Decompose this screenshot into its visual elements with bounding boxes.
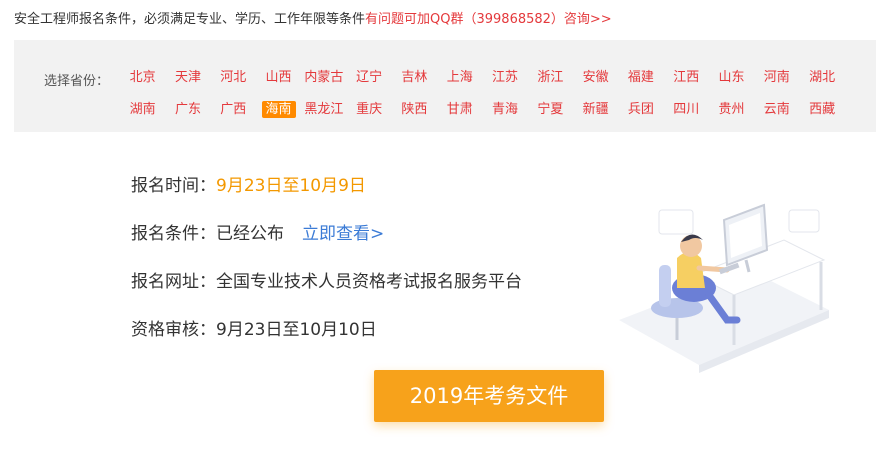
province-item[interactable]: 山西 (256, 68, 301, 88)
registration-time: 报名时间：9月23日至10月9日 (131, 171, 366, 196)
registration-conditions: 报名条件：已经公布 立即查看> (131, 219, 384, 244)
province-label-text: 江苏 (492, 70, 519, 85)
province-item[interactable]: 陕西 (392, 100, 437, 120)
province-label-text: 湖南 (129, 102, 156, 117)
province-item[interactable]: 山东 (709, 68, 754, 88)
province-item[interactable]: 广东 (165, 100, 210, 120)
view-now-link[interactable]: 立即查看> (302, 224, 384, 244)
province-label-text: 河南 (763, 70, 790, 85)
province-item[interactable]: 湖南 (120, 100, 165, 120)
qq-group-link[interactable]: 有问题可加QQ群（399868582）咨询>> (365, 12, 612, 27)
province-item[interactable]: 四川 (664, 100, 709, 120)
province-item[interactable]: 北京 (120, 68, 165, 88)
province-label-text: 上海 (446, 70, 473, 85)
province-item[interactable]: 河南 (754, 68, 799, 88)
province-label-text: 宁夏 (537, 102, 564, 117)
province-label-text: 甘肃 (446, 102, 473, 117)
province-item[interactable]: 兵团 (618, 100, 663, 120)
province-item[interactable]: 辽宁 (346, 68, 391, 88)
province-label-text: 天津 (174, 70, 201, 85)
cond-label: 报名条件： (131, 224, 216, 244)
province-label-text: 海南 (261, 101, 296, 118)
province-label-text: 广西 (220, 102, 247, 117)
time-label: 报名时间： (131, 176, 216, 196)
province-item[interactable]: 湖北 (799, 68, 844, 88)
province-label-text: 云南 (763, 102, 790, 117)
province-label-text: 河北 (220, 70, 247, 85)
review-label: 资格审核： (131, 320, 216, 340)
province-item[interactable]: 新疆 (573, 100, 618, 120)
time-value: 9月23日至10月9日 (216, 176, 366, 196)
province-label-text: 兵团 (627, 102, 654, 117)
province-row-2: 湖南 广东 广西 海南 黑龙江 重庆 陕西 甘肃 青海 宁夏 新疆 兵团 四川 贵州 云南 西藏 (120, 100, 845, 120)
province-item[interactable]: 河北 (211, 68, 256, 88)
province-label-text: 四川 (673, 102, 700, 117)
province-label-text: 贵州 (718, 102, 745, 117)
province-item[interactable]: 上海 (437, 68, 482, 88)
province-label-text: 福建 (627, 70, 654, 85)
province-item[interactable]: 浙江 (528, 68, 573, 88)
province-label-text: 内蒙古 (304, 70, 344, 85)
top-notice: 安全工程师报名条件，必须满足专业、学历、工作年限等条件有问题可加QQ群（3998… (14, 8, 612, 27)
cond-value: 已经公布 (216, 224, 284, 244)
province-label-text: 新疆 (582, 102, 609, 117)
notice-text: 安全工程师报名条件，必须满足专业、学历、工作年限等条件 (14, 12, 366, 27)
province-label-text: 山西 (265, 70, 292, 85)
province-item[interactable]: 青海 (482, 100, 527, 120)
exam-info-panel: 选择省份： 北京 天津 河北 山西 内蒙古 辽宁 吉林 上海 江苏 浙江 安徽 福建 江西 山东 河南 湖北 … (14, 40, 876, 465)
province-row-1: 北京 天津 河北 山西 内蒙古 辽宁 吉林 上海 江苏 浙江 安徽 福建 江西 山东 河南 湖北 (120, 68, 845, 88)
qualification-review: 资格审核：9月23日至10月10日 (131, 315, 377, 340)
province-label-text: 青海 (492, 102, 519, 117)
registration-website: 报名网址：全国专业技术人员资格考试报名服务平台 (131, 267, 522, 292)
province-item[interactable]: 内蒙古 (301, 68, 346, 88)
province-label-text: 重庆 (356, 102, 383, 117)
province-label-text: 安徽 (582, 70, 609, 85)
province-item[interactable]: 江西 (664, 68, 709, 88)
province-item[interactable]: 天津 (165, 68, 210, 88)
province-label-text: 西藏 (809, 102, 836, 117)
person-at-computer-illustration (599, 180, 839, 380)
site-label: 报名网址： (131, 272, 216, 292)
province-item[interactable]: 黑龙江 (301, 100, 346, 120)
province-item[interactable]: 贵州 (709, 100, 754, 120)
province-selector: 选择省份： 北京 天津 河北 山西 内蒙古 辽宁 吉林 上海 江苏 浙江 安徽 福建 江西 山东 河南 湖北 … (14, 40, 876, 132)
province-item[interactable]: 甘肃 (437, 100, 482, 120)
province-label-text: 辽宁 (356, 70, 383, 85)
province-label-text: 陕西 (401, 102, 428, 117)
province-label-text: 山东 (718, 70, 745, 85)
site-value: 全国专业技术人员资格考试报名服务平台 (216, 272, 522, 292)
province-item[interactable]: 云南 (754, 100, 799, 120)
province-label-text: 江西 (673, 70, 700, 85)
province-label-text: 北京 (129, 70, 156, 85)
province-item[interactable]: 西藏 (799, 100, 844, 120)
province-item[interactable]: 福建 (618, 68, 663, 88)
review-value: 9月23日至10月10日 (216, 320, 377, 340)
province-item[interactable]: 吉林 (392, 68, 437, 88)
province-item[interactable]: 广西 (211, 100, 256, 120)
province-item[interactable]: 宁夏 (528, 100, 573, 120)
province-label-text: 黑龙江 (304, 102, 344, 117)
province-label-text: 浙江 (537, 70, 564, 85)
province-item[interactable]: 重庆 (346, 100, 391, 120)
province-item[interactable]: 江苏 (482, 68, 527, 88)
province-label: 选择省份： (44, 74, 110, 89)
province-label-text: 湖北 (809, 70, 836, 85)
exam-documents-button[interactable]: 2019年考务文件 (374, 370, 604, 422)
province-label-text: 广东 (174, 102, 201, 117)
province-item[interactable]: 安徽 (573, 68, 618, 88)
province-label-text: 吉林 (401, 70, 428, 85)
province-item[interactable]: 海南 (256, 100, 301, 120)
